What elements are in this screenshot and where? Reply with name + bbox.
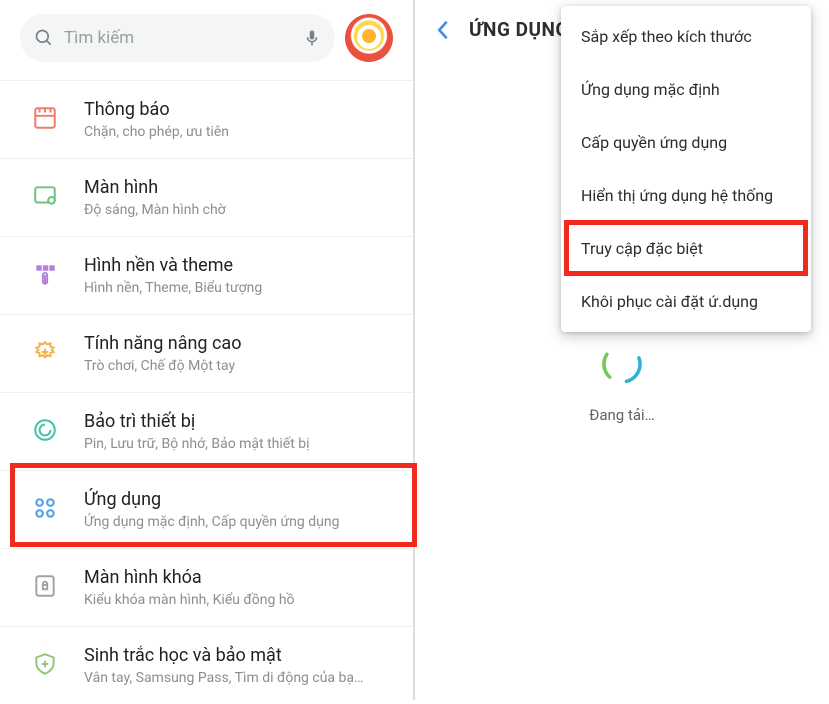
settings-list: Thông báo Chặn, cho phép, ưu tiên Màn hì… <box>0 72 413 704</box>
setting-title: Thông báo <box>84 99 391 120</box>
avatar[interactable] <box>345 14 393 62</box>
overflow-menu: Sắp xếp theo kích thước Ứng dụng mặc địn… <box>561 6 811 332</box>
loading-text: Đang tải… <box>589 406 654 424</box>
setting-item-apps[interactable]: Ứng dụng Ứng dụng mặc định, Cấp quyền ứn… <box>0 470 413 548</box>
setting-sub: Chặn, cho phép, ưu tiên <box>84 124 391 140</box>
search-bar-row: Tìm kiếm <box>0 0 413 72</box>
search-input[interactable]: Tìm kiếm <box>20 14 335 62</box>
setting-sub: Độ sáng, Màn hình chờ <box>84 202 391 218</box>
search-icon <box>34 28 54 48</box>
menu-item-app-permissions[interactable]: Cấp quyền ứng dụng <box>561 116 811 169</box>
notifications-icon <box>30 103 60 133</box>
setting-sub: Kiểu khóa màn hình, Kiểu đồng hồ <box>84 592 391 608</box>
mic-icon[interactable] <box>303 27 321 49</box>
setting-item-lockscreen[interactable]: Màn hình khóa Kiểu khóa màn hình, Kiểu đ… <box>0 548 413 626</box>
device-care-icon <box>30 415 60 445</box>
setting-sub: Trò chơi, Chế độ Một tay <box>84 358 391 374</box>
page-title: ỨNG DỤNG <box>469 18 569 41</box>
setting-title: Ứng dụng <box>84 489 391 510</box>
lockscreen-icon <box>30 571 60 601</box>
setting-sub: Hình nền, Theme, Biểu tượng <box>84 280 391 296</box>
setting-item-advanced[interactable]: Tính năng nâng cao Trò chơi, Chế độ Một … <box>0 314 413 392</box>
menu-item-special-access[interactable]: Truy cập đặc biệt <box>561 222 811 275</box>
apps-pane: ỨNG DỤNG Sắp xếp theo kích thước Ứng dụn… <box>415 0 829 700</box>
display-icon <box>30 181 60 211</box>
setting-title: Màn hình <box>84 177 391 198</box>
setting-title: Bảo trì thiết bị <box>84 411 391 432</box>
spinner-icon <box>598 340 646 388</box>
setting-title: Hình nền và theme <box>84 255 391 276</box>
setting-title: Màn hình khóa <box>84 567 391 588</box>
advanced-icon <box>30 337 60 367</box>
setting-item-display[interactable]: Màn hình Độ sáng, Màn hình chờ <box>0 158 413 236</box>
setting-sub: Vân tay, Samsung Pass, Tìm di động của b… <box>84 670 391 686</box>
search-placeholder: Tìm kiếm <box>64 28 303 48</box>
apps-icon <box>30 493 60 523</box>
setting-item-notifications[interactable]: Thông báo Chặn, cho phép, ưu tiên <box>0 80 413 158</box>
settings-pane: Tìm kiếm Thông báo Chặn, cho phép, ưu ti… <box>0 0 415 700</box>
setting-item-biometrics[interactable]: Sinh trắc học và bảo mật Vân tay, Samsun… <box>0 626 413 704</box>
setting-title: Tính năng nâng cao <box>84 333 391 354</box>
setting-item-device-care[interactable]: Bảo trì thiết bị Pin, Lưu trữ, Bộ nhớ, B… <box>0 392 413 470</box>
loading-indicator: Đang tải… <box>415 340 829 424</box>
setting-title: Sinh trắc học và bảo mật <box>84 645 391 666</box>
setting-item-wallpaper[interactable]: Hình nền và theme Hình nền, Theme, Biểu … <box>0 236 413 314</box>
biometrics-icon <box>30 649 60 679</box>
menu-item-reset-app-settings[interactable]: Khôi phục cài đặt ứ.dụng <box>561 275 811 328</box>
setting-sub: Ứng dụng mặc định, Cấp quyền ứng dụng <box>84 514 391 530</box>
back-icon[interactable] <box>435 19 451 41</box>
menu-item-show-system-apps[interactable]: Hiển thị ứng dụng hệ thống <box>561 169 811 222</box>
menu-item-sort-size[interactable]: Sắp xếp theo kích thước <box>561 10 811 63</box>
wallpaper-icon <box>30 259 60 289</box>
setting-sub: Pin, Lưu trữ, Bộ nhớ, Bảo mật thiết bị <box>84 436 391 452</box>
menu-item-default-apps[interactable]: Ứng dụng mặc định <box>561 63 811 116</box>
